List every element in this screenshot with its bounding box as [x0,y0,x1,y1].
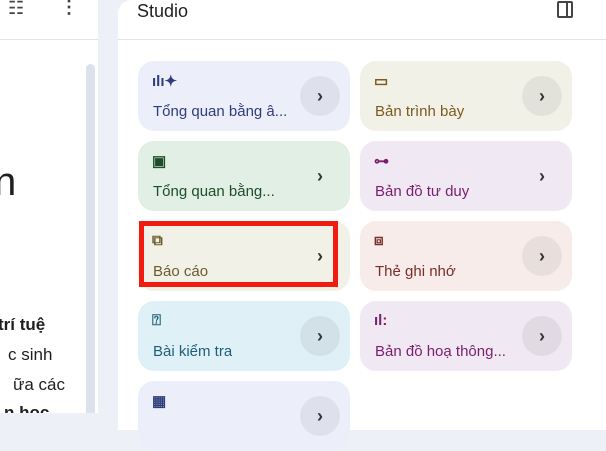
heading-fragment: n [0,160,17,204]
video-overview-icon: ▣ [152,153,167,170]
studio-card-label: Bản đồ tư duy [375,183,470,200]
studio-card-label: Tổng quan bằng... [153,183,275,200]
quiz-icon: ⍰ [152,312,162,329]
scrollbar[interactable] [86,64,95,413]
studio-card-label: Bản trình bày [375,103,465,120]
chevron-right-icon[interactable]: › [522,156,562,196]
more-vert-icon[interactable]: ⋮ [60,0,78,18]
data-table-icon: ▦ [152,393,167,410]
text-line: ữa các [13,375,66,394]
text-line: trí tuệ [0,315,46,334]
chevron-right-icon[interactable]: › [522,236,562,276]
collapse-panel-icon[interactable] [557,1,573,18]
text-line: n học [4,403,50,413]
studio-card[interactable]: ⍰ Bài kiểm tra › [138,301,350,371]
chevron-right-icon[interactable]: › [522,316,562,356]
mind-map-icon: ⊶ [374,153,389,170]
slides-icon: ▭ [374,73,389,90]
studio-card-label: Bài kiểm tra [153,343,233,360]
chevron-right-icon[interactable]: › [522,76,562,116]
studio-card[interactable]: ⧈ Thẻ ghi nhớ › [360,221,572,291]
report-icon: ⧉ [152,232,163,249]
flashcards-icon: ⧈ [374,232,384,249]
studio-card[interactable]: ▦ › [138,381,350,451]
studio-card-label: Báo cáo [153,263,209,280]
source-toolbar: ☷ ⋮ [0,0,98,40]
studio-card[interactable]: ılı✦ Tổng quan bằng â... › [138,61,350,131]
chevron-right-icon[interactable]: › [300,76,340,116]
studio-card[interactable]: ▣ Tổng quan bằng... › [138,141,350,211]
studio-card-label: Tổng quan bằng â... [153,103,288,120]
studio-card[interactable]: ⊶ Bản đồ tư duy › [360,141,572,211]
studio-card-label: Thẻ ghi nhớ [375,263,456,280]
chevron-right-icon[interactable]: › [300,396,340,436]
chevron-right-icon[interactable]: › [300,236,340,276]
source-panel: ☷ ⋮ n trí tuệ c sinh ữa các n học [0,0,98,413]
studio-header: Studio [118,0,606,40]
audio-overview-icon: ılı✦ [152,73,178,90]
studio-card[interactable]: ⧉ Báo cáo › [138,221,350,291]
tune-icon[interactable]: ☷ [8,0,24,19]
studio-card[interactable]: ▭ Bản trình bày › [360,61,572,131]
studio-card-label: Bản đồ hoạ thông... [375,343,506,360]
studio-title: Studio [137,1,189,21]
infographic-icon: ıl: [374,312,388,329]
text-line: c sinh [8,345,53,364]
chevron-right-icon[interactable]: › [300,316,340,356]
studio-card[interactable]: ıl: Bản đồ hoạ thông... › [360,301,572,371]
chevron-right-icon[interactable]: › [300,156,340,196]
